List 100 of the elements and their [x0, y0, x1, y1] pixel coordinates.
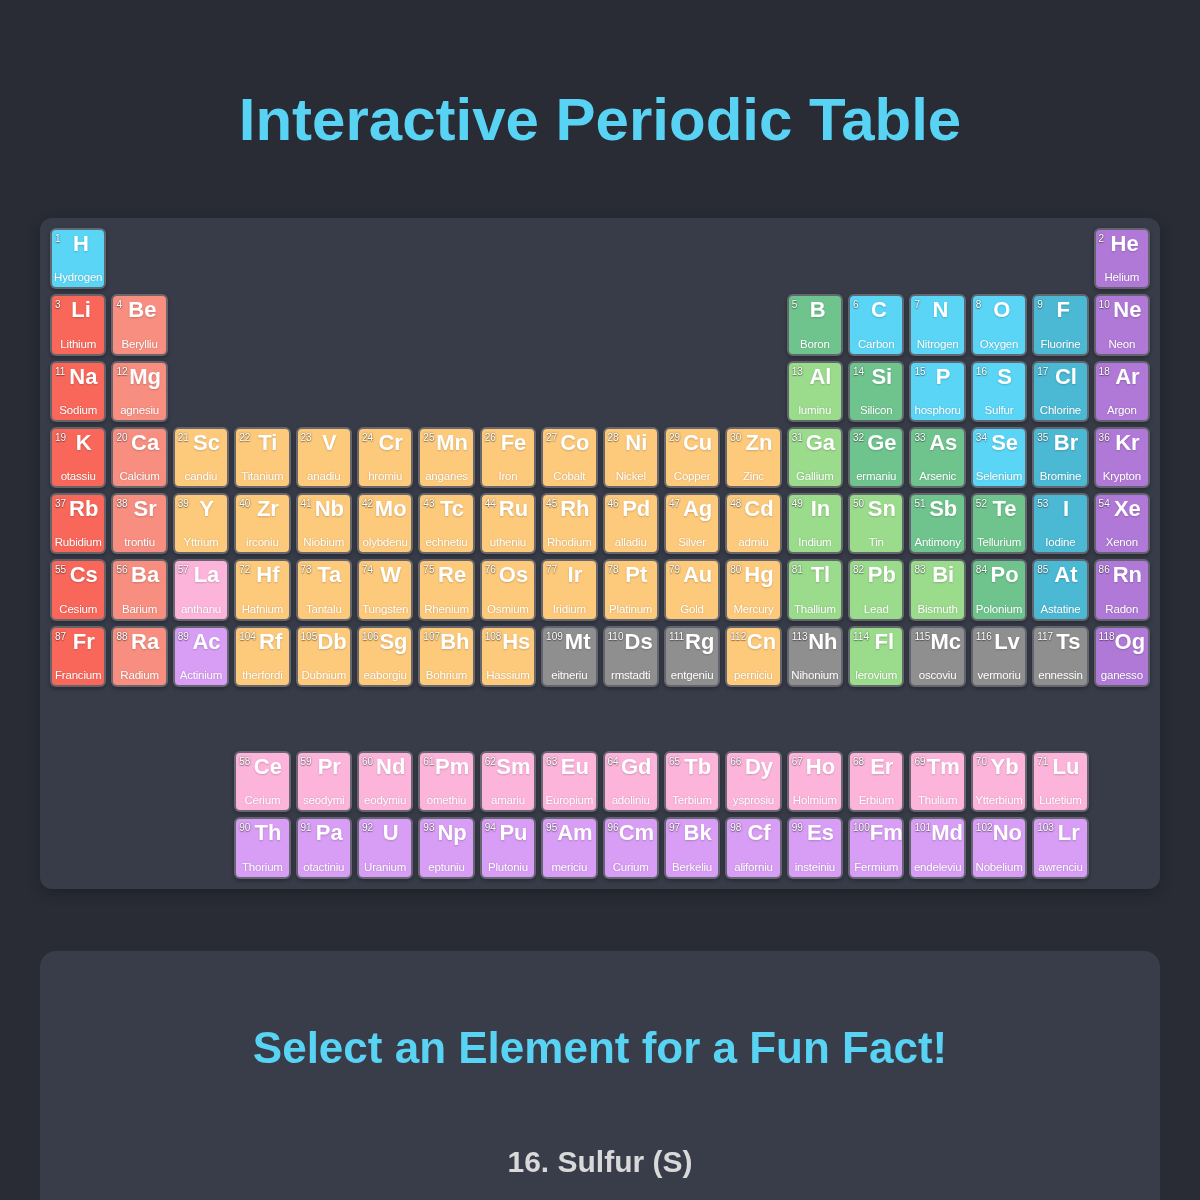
atomic-number: 74 [361, 564, 374, 576]
element-tile[interactable]: 57 La anthanu [172, 559, 230, 621]
element-tile[interactable]: 22 Ti Titanium [234, 426, 291, 489]
atomic-number: 58 [239, 756, 251, 768]
element-symbol: Rb [69, 496, 99, 523]
element-symbol: He [1110, 231, 1139, 257]
element-symbol: Nh [808, 628, 838, 655]
element-name: Sulfur [984, 402, 1014, 417]
element-tile[interactable]: 24 Cr hromiu [356, 426, 414, 489]
element-symbol: Si [871, 363, 893, 390]
element-tile[interactable]: 19 K otassiu [50, 426, 107, 489]
element-symbol: Rf [259, 628, 283, 655]
element-tile[interactable]: 40 Zr irconiu [234, 493, 291, 555]
element-name: Nickel [615, 469, 646, 484]
atomic-number: 4 [116, 299, 122, 311]
element-tile[interactable]: 36 Kr Krypton [1093, 426, 1150, 489]
element-tile[interactable]: 81 Tl Thallium [786, 559, 844, 621]
element-symbol: Rg [685, 628, 715, 655]
element-tile[interactable]: 52 Te Tellurium [970, 493, 1028, 555]
element-tile[interactable]: 23 V anadiu [295, 426, 352, 489]
element-tile[interactable]: 13 Al luminu [786, 360, 844, 422]
element-tile[interactable]: 92 U Uranium [356, 817, 414, 879]
element-symbol: Cu [682, 429, 713, 456]
element-symbol: Hs [502, 628, 531, 655]
element-name: Uranium [364, 859, 407, 874]
element-tile[interactable]: 17 Cl Chlorine [1032, 360, 1089, 422]
element-tile[interactable]: 39 Y Yttrium [172, 493, 230, 555]
element-tile[interactable]: 18 Ar Argon [1093, 360, 1150, 422]
element-symbol: Eu [560, 754, 589, 781]
element-tile[interactable]: 77 Ir Iridium [541, 559, 598, 621]
atomic-number: 70 [975, 756, 987, 768]
element-tile[interactable]: 114 Fl lerovium [848, 625, 905, 688]
atomic-number: 109 [546, 630, 563, 642]
element-symbol: Pa [315, 820, 343, 847]
element-name: Nitrogen [916, 336, 959, 351]
element-symbol: Sb [929, 496, 958, 523]
element-tile[interactable]: 74 W Tungsten [356, 559, 414, 621]
element-tile[interactable]: 2 He Helium [1093, 228, 1150, 290]
element-name: admiu [738, 535, 769, 550]
atomic-number: 62 [484, 756, 496, 768]
element-tile[interactable]: 26 Fe Iron [479, 426, 537, 489]
atomic-number: 71 [1037, 756, 1049, 768]
element-tile[interactable]: 1 H Hydrogen [50, 228, 107, 290]
element-symbol: Pt [625, 562, 648, 589]
element-tile[interactable]: 9 F Fluorine [1032, 294, 1089, 356]
atomic-number: 116 [975, 630, 992, 642]
element-tile[interactable]: 16 S Sulfur [970, 360, 1028, 422]
element-name: Hassium [486, 668, 530, 683]
atomic-number: 96 [607, 822, 619, 834]
element-name: Selenium [975, 469, 1023, 484]
atomic-number: 29 [668, 431, 680, 443]
element-tile[interactable]: 35 Br Bromine [1032, 426, 1089, 489]
atomic-number: 91 [300, 822, 312, 834]
element-tile[interactable]: 85 At Astatine [1032, 559, 1089, 621]
element-tile[interactable]: 98 Cf aliforniu [725, 817, 782, 879]
atomic-number: 64 [607, 756, 619, 768]
element-name: Yttrium [183, 535, 219, 550]
atomic-number: 35 [1037, 431, 1049, 443]
element-tile[interactable]: 78 Pt Platinum [602, 559, 659, 621]
atomic-number: 1 [55, 233, 61, 244]
element-symbol: Lu [1052, 754, 1080, 781]
element-symbol: Cm [618, 820, 655, 847]
element-name: entgeniu [670, 668, 714, 683]
element-name: Ytterbium [975, 793, 1023, 808]
element-name: ermaniu [856, 469, 897, 484]
element-name: aliforniu [734, 859, 773, 874]
element-tile[interactable]: 4 Be Berylliu [111, 294, 168, 356]
element-tile[interactable]: 49 In Indium [786, 493, 844, 555]
element-tile[interactable]: 73 Ta Tantalu [295, 559, 352, 621]
atomic-number: 104 [239, 630, 256, 642]
atomic-number: 37 [55, 498, 67, 510]
element-tile[interactable]: 28 Ni Nickel [602, 426, 659, 489]
element-tile[interactable]: 68 Er Erbium [848, 751, 905, 813]
element-tile[interactable]: 83 Bi Bismuth [909, 559, 966, 621]
element-tile[interactable]: 7 N Nitrogen [909, 294, 966, 356]
element-symbol: Ts [1056, 628, 1081, 655]
element-tile[interactable]: 59 Pr seodymi [295, 751, 352, 813]
atomic-number: 2 [1098, 233, 1105, 244]
atomic-number: 80 [730, 564, 742, 576]
element-tile[interactable]: 3 Li Lithium [50, 294, 107, 356]
element-tile[interactable]: 72 Hf Hafnium [234, 559, 291, 621]
element-tile[interactable]: 87 Fr Francium [50, 625, 107, 688]
atomic-number: 48 [730, 498, 742, 510]
element-symbol: Np [437, 820, 467, 847]
element-name: Iridium [552, 601, 586, 616]
element-tile[interactable]: 43 Tc echnetiu [418, 493, 475, 555]
element-tile[interactable]: 15 P hosphoru [909, 360, 966, 422]
element-name: Terbium [672, 793, 712, 808]
element-name: Silicon [860, 402, 893, 417]
element-name: Radon [1105, 601, 1139, 616]
element-symbol: Ce [253, 754, 282, 781]
element-tile[interactable]: 6 C Carbon [848, 294, 905, 356]
element-tile[interactable]: 53 I Iodine [1032, 493, 1089, 555]
element-name: otactiniu [303, 859, 345, 874]
element-tile[interactable]: 14 Si Silicon [848, 360, 905, 422]
element-tile[interactable]: 38 Sr trontiu [111, 493, 168, 555]
atomic-number: 44 [484, 498, 496, 510]
element-tile[interactable]: 8 O Oxygen [970, 294, 1028, 356]
element-symbol: Mg [129, 363, 161, 390]
element-tile[interactable]: 5 B Boron [786, 294, 844, 356]
